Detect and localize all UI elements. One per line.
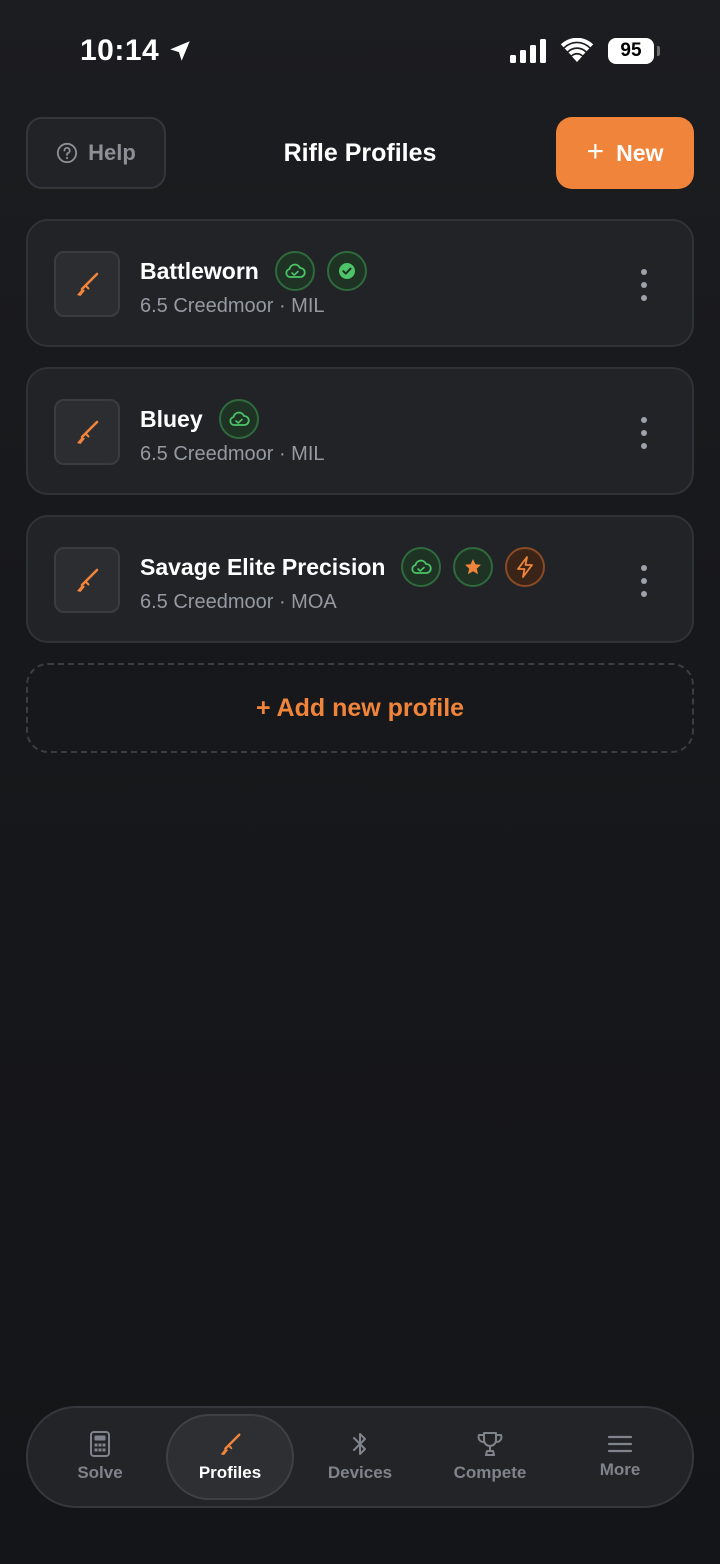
profile-name: Battleworn	[140, 257, 259, 284]
tab-solve[interactable]: Solve	[36, 1414, 164, 1500]
status-icons: 95	[510, 38, 660, 64]
cloud-icon	[285, 263, 306, 278]
profile-menu-button[interactable]	[626, 417, 662, 449]
tab-label: Solve	[77, 1463, 123, 1482]
profile-subtitle: 6.5 Creedmoor · MIL	[140, 295, 325, 317]
cloud-sync-badge	[274, 251, 315, 291]
help-button[interactable]: Help	[26, 117, 166, 189]
rifle-icon	[77, 420, 99, 444]
profile-menu-button[interactable]	[626, 565, 662, 597]
star-icon	[465, 559, 482, 575]
more-vertical-icon	[641, 417, 647, 423]
tab-label: More	[599, 1460, 641, 1479]
wifi-icon	[560, 38, 594, 62]
tab-devices[interactable]: Devices	[296, 1414, 424, 1500]
check-circle-icon	[338, 263, 355, 279]
bottom-tab-bar: Solve Profiles Devices Compete More	[26, 1406, 694, 1508]
profile-name-row: Battleworn	[140, 251, 367, 291]
profile-name: Savage Elite Precision	[140, 553, 386, 580]
profile-name: Bluey	[140, 405, 203, 432]
status-time-label: 10:14	[80, 34, 160, 67]
rifle-thumbnail	[54, 251, 120, 317]
profile-name-row: Bluey	[140, 399, 259, 439]
help-label: Help	[88, 140, 136, 165]
rifle-profiles-screen: 10:14 95 Help Rifle Profiles + New Battl…	[0, 0, 720, 1564]
profile-list: Battleworn 6.5 Creedmoor · MIL Bluey 6.5…	[26, 219, 694, 663]
page-title: Rifle Profiles	[283, 138, 437, 167]
rifle-icon	[77, 272, 99, 296]
status-bar: 10:14 95	[0, 0, 720, 100]
menu-icon	[607, 1435, 633, 1453]
tab-more[interactable]: More	[556, 1414, 684, 1500]
location-arrow-icon	[170, 41, 190, 61]
profile-menu-button[interactable]	[626, 269, 662, 301]
question-circle-icon	[57, 142, 78, 164]
active-badge	[505, 547, 546, 587]
cellular-signal-icon	[510, 39, 546, 63]
favorite-badge	[453, 547, 494, 587]
profile-subtitle: 6.5 Creedmoor · MOA	[140, 591, 337, 613]
profile-card-battleworn[interactable]: Battleworn 6.5 Creedmoor · MIL	[26, 219, 694, 347]
tab-label: Profiles	[198, 1463, 262, 1482]
battery-level: 95	[620, 40, 642, 61]
rifle-thumbnail	[54, 547, 120, 613]
profile-subtitle: 6.5 Creedmoor · MIL	[140, 443, 325, 465]
plus-icon: +	[586, 134, 605, 168]
header: Help Rifle Profiles + New	[26, 117, 694, 189]
cloud-icon	[229, 411, 250, 426]
profile-card-bluey[interactable]: Bluey 6.5 Creedmoor · MIL	[26, 367, 694, 495]
lightning-icon	[517, 556, 534, 578]
tab-profiles[interactable]: Profiles	[166, 1414, 294, 1500]
new-label: New	[616, 139, 664, 166]
cloud-sync-badge	[218, 399, 259, 439]
more-vertical-icon	[641, 269, 647, 275]
battery-indicator: 95	[608, 38, 660, 64]
status-time: 10:14	[80, 34, 193, 68]
add-new-profile-button[interactable]: + Add new profile	[26, 663, 694, 753]
tab-compete[interactable]: Compete	[426, 1414, 554, 1500]
tab-label: Devices	[327, 1463, 393, 1482]
tab-label: Compete	[453, 1463, 527, 1482]
profile-card-savage-elite-precision[interactable]: Savage Elite Precision 6.5 Creedmoor · M…	[26, 515, 694, 643]
profile-name-row: Savage Elite Precision	[140, 547, 546, 587]
more-vertical-icon	[641, 565, 647, 571]
new-profile-button[interactable]: + New	[556, 117, 694, 189]
rifle-icon	[220, 1433, 241, 1456]
cloud-sync-badge	[401, 547, 442, 587]
rifle-icon	[77, 568, 99, 592]
trophy-icon	[477, 1432, 503, 1456]
rifle-thumbnail	[54, 399, 120, 465]
calculator-icon	[90, 1431, 110, 1457]
verified-badge	[326, 251, 367, 291]
cloud-icon	[411, 559, 433, 574]
bluetooth-icon	[353, 1433, 366, 1455]
